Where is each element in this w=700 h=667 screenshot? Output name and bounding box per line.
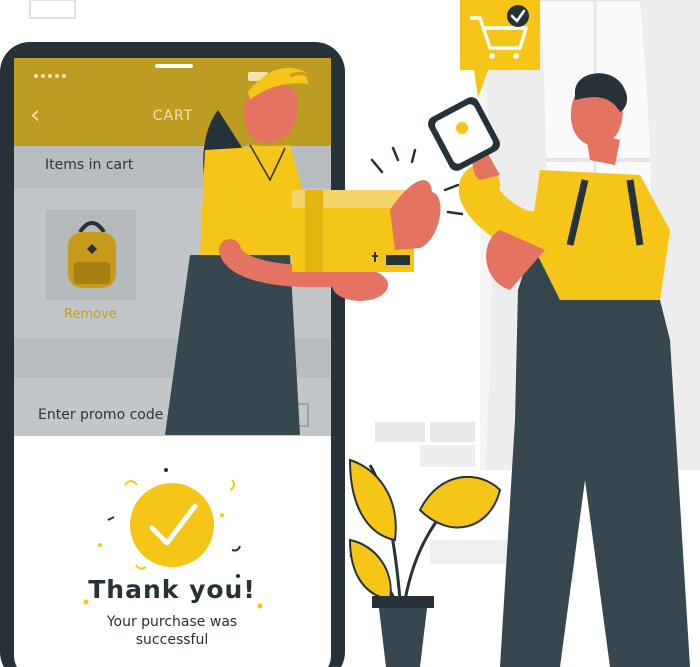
checkmark-circle-icon — [130, 483, 214, 567]
chevron-left-icon[interactable]: ‹ — [30, 100, 40, 130]
illustration-canvas — [0, 0, 700, 667]
purchase-success-message: Your purchase was successful — [14, 613, 330, 649]
items-in-cart-label: Items in cart — [45, 157, 134, 173]
thank-you-heading: Thank you! — [88, 575, 256, 604]
promo-code-field[interactable]: Enter promo code — [38, 407, 163, 423]
remove-button[interactable]: Remove — [64, 307, 117, 322]
purchase-message-line2: successful — [135, 632, 209, 648]
purchase-message-line1: Your purchase was — [106, 614, 238, 630]
page-title: CART — [152, 108, 194, 124]
